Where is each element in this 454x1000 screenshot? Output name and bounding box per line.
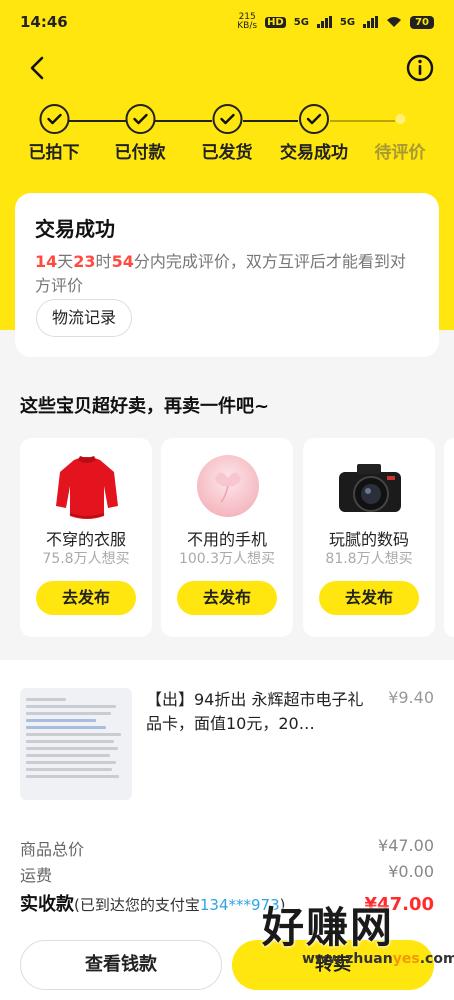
alipay-account: 134***973	[199, 896, 280, 914]
camera-image	[339, 464, 401, 512]
recommend-card-phone[interactable]: 不用的手机 100.3万人想买 去发布	[161, 438, 293, 637]
view-funds-button[interactable]: 查看钱款	[20, 940, 222, 990]
countdown-hours: 23	[73, 252, 96, 271]
sweater-image	[56, 456, 118, 519]
trade-status-card: 交易成功 14天23时54分内完成评价，双方互评后才能看到对方评价 物流记录	[15, 193, 439, 357]
network-5g-label-1: 5G	[293, 16, 309, 28]
network-5g-label-2: 5G	[339, 16, 356, 28]
review-countdown: 14天23时54分内完成评价，双方互评后才能看到对方评价	[35, 250, 419, 298]
recommend-list: 不穿的衣服 75.8万人想买 去发布 不用的手机 100.3万人想买 去发布 玩…	[20, 438, 454, 638]
order-progress: 已拍下 已付款 已发货 交易成功 待评价	[0, 104, 454, 164]
product-title[interactable]: 【出】94折出 永辉超市电子礼品卡，面值10元，20…	[146, 688, 366, 736]
pending-dot-icon	[395, 114, 405, 124]
countdown-hours-unit: 时	[95, 252, 112, 271]
countdown-days-unit: 天	[57, 252, 74, 271]
step-label: 待评价	[374, 143, 426, 163]
received-note-prefix: (已到达您的支付宝	[74, 896, 200, 914]
battery-icon: 70	[410, 15, 434, 29]
received-note: (已到达您的支付宝134***973)	[74, 894, 285, 915]
goods-total-row: 商品总价 ¥47.00	[20, 836, 434, 860]
countdown-minutes: 54	[111, 252, 134, 271]
received-label: 实收款	[20, 894, 74, 915]
shipping-row: 运费 ¥0.00	[20, 862, 434, 886]
step-to-review: 待评价	[375, 104, 426, 163]
signal-icon	[363, 16, 379, 28]
shipping-label: 运费	[20, 866, 53, 885]
back-arrow-icon[interactable]	[22, 52, 54, 84]
system-icons: 215 KB/s HD 5G 5G 70	[237, 13, 434, 31]
recommend-name: 不穿的衣服	[45, 530, 126, 549]
goods-total-value: ¥47.00	[378, 836, 434, 855]
recommend-count: 81.8万人想买	[325, 551, 413, 567]
logistics-record-button[interactable]: 物流记录	[36, 299, 133, 337]
network-speed: 215 KB/s	[237, 13, 257, 31]
countdown-days: 14	[35, 252, 58, 271]
network-speed-unit: KB/s	[237, 21, 258, 31]
signal-icon	[316, 16, 332, 28]
check-icon	[212, 104, 242, 134]
publish-button[interactable]: 去发布	[177, 581, 277, 615]
shipping-value: ¥0.00	[388, 862, 434, 881]
hd-icon: HD	[265, 16, 286, 28]
status-bar: 14:46 215 KB/s HD 5G 5G 70	[0, 0, 454, 44]
recommend-card-digital[interactable]: 玩腻的数码 81.8万人想买 去发布	[303, 438, 435, 637]
recommend-count: 75.8万人想买	[42, 551, 130, 567]
recommend-name: 玩腻的数码	[328, 530, 409, 549]
step-ordered: 已拍下	[29, 104, 80, 163]
check-icon	[39, 104, 69, 134]
recommend-card-partial[interactable]	[444, 438, 454, 637]
info-icon[interactable]	[404, 52, 436, 84]
goods-total-label: 商品总价	[20, 840, 85, 859]
product-price: ¥9.40	[388, 688, 434, 707]
recommend-title: 这些宝贝超好卖，再卖一件吧~	[20, 396, 270, 417]
publish-button[interactable]: 去发布	[319, 581, 419, 615]
step-label: 已付款	[114, 143, 166, 163]
wifi-icon	[387, 17, 402, 27]
received-row: 实收款 (已到达您的支付宝134***973) ¥47.00	[20, 890, 434, 916]
publish-button[interactable]: 去发布	[36, 581, 136, 615]
bottom-action-bar: 查看钱款 转卖	[0, 940, 454, 1000]
top-nav	[0, 48, 454, 88]
step-label: 已拍下	[28, 143, 80, 163]
check-icon	[125, 104, 155, 134]
recommend-card-clothes[interactable]: 不穿的衣服 75.8万人想买 去发布	[20, 438, 152, 637]
received-note-suffix: )	[279, 896, 286, 914]
recommend-name: 不用的手机	[186, 530, 267, 549]
step-completed: 交易成功	[280, 104, 348, 163]
phone-image	[197, 455, 259, 517]
resell-button[interactable]: 转卖	[232, 940, 434, 990]
step-paid: 已付款	[115, 104, 166, 163]
check-icon	[299, 104, 329, 134]
step-label: 已发货	[201, 143, 253, 163]
step-label: 交易成功	[280, 143, 348, 163]
received-amount: ¥47.00	[364, 894, 434, 915]
step-shipped: 已发货	[202, 104, 253, 163]
recommend-count: 100.3万人想买	[178, 551, 276, 567]
status-title: 交易成功	[35, 217, 115, 241]
product-thumbnail[interactable]	[20, 688, 132, 800]
clock: 14:46	[20, 13, 68, 31]
